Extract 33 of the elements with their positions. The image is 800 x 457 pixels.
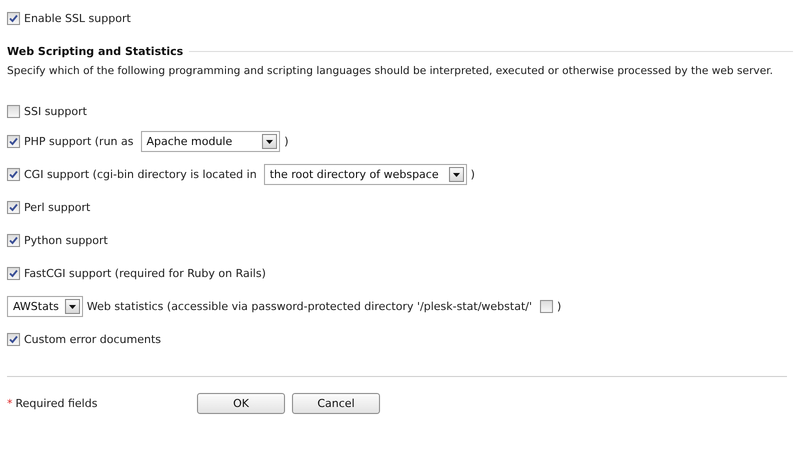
checkbox[interactable] — [7, 333, 20, 346]
checkbox-label: Perl support — [24, 201, 90, 214]
required-mark: * — [7, 396, 12, 410]
checkbox-label: Enable SSL support — [24, 12, 131, 24]
checkbox-label: PHP support (run as — [24, 135, 134, 148]
caret-icon — [448, 167, 464, 182]
checkbox[interactable] — [7, 12, 20, 24]
dropdown[interactable]: AWStats — [7, 296, 83, 317]
section-heading: Web Scripting and Statistics — [7, 44, 184, 58]
checkbox[interactable] — [7, 104, 20, 118]
section-description: Specify which of the following programming and scripting languages should be interpreted, executed or otherwise processed by the web server. — [7, 65, 774, 79]
bracket-text: ) — [284, 135, 289, 148]
checkbox[interactable] — [7, 201, 20, 214]
checkbox-label: Web statistics (accessible via password-protected directory '/plesk-stat/webstat/' — [86, 300, 532, 313]
checkbox-label: Python support — [24, 234, 108, 247]
ok-button[interactable]: OK — [197, 392, 285, 414]
checkbox-label: Custom error documents — [24, 333, 161, 346]
dropdown[interactable]: Apache module — [140, 131, 280, 152]
checkbox[interactable] — [7, 234, 20, 247]
caret-icon — [64, 299, 80, 314]
dropdown[interactable]: the root directory of webspace — [264, 164, 467, 185]
checkbox[interactable] — [7, 168, 20, 181]
bracket-text: ) — [470, 168, 475, 181]
required-note: Required fields — [16, 396, 98, 410]
checkbox-label: FastCGI support (required for Ruby on Rails) — [24, 267, 266, 280]
checkbox-label: CGI support (cgi-bin directory is located in — [24, 168, 257, 181]
bracket-text: ) — [556, 300, 562, 313]
checkbox[interactable] — [7, 267, 20, 280]
checkbox[interactable] — [7, 135, 20, 148]
checkbox[interactable] — [540, 300, 553, 313]
checkbox-label: SSI support — [24, 104, 87, 118]
cancel-button[interactable]: Cancel — [292, 392, 380, 414]
caret-icon — [262, 134, 278, 149]
